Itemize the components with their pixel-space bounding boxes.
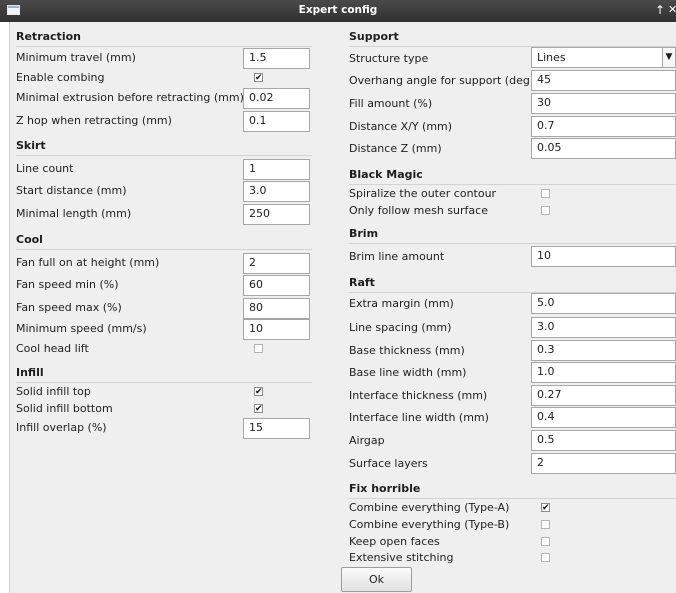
checkmark-icon: ✔ <box>255 387 263 397</box>
start-distance-input[interactable]: 3.0 <box>243 181 310 202</box>
ok-button[interactable]: Ok <box>341 567 412 592</box>
section-brim-title: Brim <box>349 227 676 244</box>
combine-type-a-label: Combine everything (Type-A) <box>349 501 510 514</box>
section-raft-title: Raft <box>349 276 676 293</box>
interface-line-width-label: Interface line width (mm) <box>349 411 489 424</box>
fill-amount-input[interactable]: 30 <box>531 93 676 114</box>
minimal-extrusion-label: Minimal extrusion before retracting (mm) <box>16 91 244 104</box>
structure-type-label: Structure type <box>349 52 429 65</box>
surface-layers-input[interactable]: 2 <box>531 453 676 474</box>
dropdown-arrow-icon[interactable]: ▼ <box>662 48 675 67</box>
mesh-surface-checkbox[interactable] <box>541 206 550 215</box>
section-support-title: Support <box>349 30 676 47</box>
z-hop-input[interactable]: 0.1 <box>243 111 310 132</box>
section-retraction-title: Retraction <box>16 30 312 47</box>
checkmark-icon: ✔ <box>542 503 550 513</box>
infill-overlap-label: Infill overlap (%) <box>16 421 107 434</box>
solid-infill-top-label: Solid infill top <box>16 385 91 398</box>
fan-speed-min-input[interactable]: 60 <box>243 275 310 296</box>
minimum-travel-input[interactable]: 1.5 <box>243 48 310 69</box>
enable-combing-checkbox[interactable]: ✔ <box>254 73 263 83</box>
base-thickness-label: Base thickness (mm) <box>349 344 465 357</box>
fan-speed-max-label: Fan speed max (%) <box>16 301 122 314</box>
keep-open-faces-label: Keep open faces <box>349 535 440 548</box>
section-infill-title: Infill <box>16 366 312 383</box>
infill-overlap-input[interactable]: 15 <box>243 418 310 439</box>
combine-type-b-label: Combine everything (Type-B) <box>349 518 510 531</box>
section-cool-title: Cool <box>16 233 312 250</box>
section-black-magic-title: Black Magic <box>349 168 676 185</box>
enable-combing-label: Enable combing <box>16 71 105 84</box>
fill-amount-label: Fill amount (%) <box>349 97 433 110</box>
spiralize-label: Spiralize the outer contour <box>349 187 497 200</box>
base-line-width-label: Base line width (mm) <box>349 366 467 379</box>
minimum-travel-label: Minimum travel (mm) <box>16 51 136 64</box>
checkmark-icon: ✔ <box>255 404 263 414</box>
combine-type-b-checkbox[interactable] <box>541 520 550 529</box>
distance-z-input[interactable]: 0.05 <box>531 138 676 159</box>
z-hop-label: Z hop when retracting (mm) <box>16 114 172 127</box>
cool-head-lift-checkbox[interactable] <box>254 344 263 353</box>
distance-z-label: Distance Z (mm) <box>349 142 442 155</box>
close-icon[interactable]: ✕ <box>668 3 676 16</box>
cool-head-lift-label: Cool head lift <box>16 342 89 355</box>
combine-type-a-checkbox[interactable]: ✔ <box>541 503 550 513</box>
surface-layers-label: Surface layers <box>349 457 428 470</box>
extra-margin-label: Extra margin (mm) <box>349 297 454 310</box>
overhang-angle-label: Overhang angle for support (deg) <box>349 74 535 87</box>
solid-infill-top-checkbox[interactable]: ✔ <box>254 387 263 397</box>
base-thickness-input[interactable]: 0.3 <box>531 340 676 361</box>
solid-infill-bottom-label: Solid infill bottom <box>16 402 113 415</box>
checkmark-icon: ✔ <box>255 73 263 83</box>
extensive-stitching-checkbox[interactable] <box>541 553 550 562</box>
line-count-label: Line count <box>16 162 74 175</box>
solid-infill-bottom-checkbox[interactable]: ✔ <box>254 404 263 414</box>
extra-margin-input[interactable]: 5.0 <box>531 293 676 314</box>
interface-line-width-input[interactable]: 0.4 <box>531 407 676 428</box>
brim-line-amount-label: Brim line amount <box>349 250 445 263</box>
extensive-stitching-label: Extensive stitching <box>349 551 454 564</box>
minimum-speed-input[interactable]: 10 <box>243 319 310 340</box>
spiralize-checkbox[interactable] <box>541 189 550 198</box>
structure-type-value: Lines <box>537 51 566 64</box>
interface-thickness-label: Interface thickness (mm) <box>349 389 488 402</box>
base-line-width-input[interactable]: 1.0 <box>531 362 676 383</box>
brim-line-amount-input[interactable]: 10 <box>531 246 676 267</box>
keep-open-faces-checkbox[interactable] <box>541 537 550 546</box>
interface-thickness-input[interactable]: 0.27 <box>531 385 676 406</box>
distance-xy-input[interactable]: 0.7 <box>531 116 676 137</box>
window-titlebar[interactable]: Expert config ↑ ✕ <box>0 0 676 22</box>
start-distance-label: Start distance (mm) <box>16 184 127 197</box>
distance-xy-label: Distance X/Y (mm) <box>349 120 453 133</box>
overhang-angle-input[interactable]: 45 <box>531 70 676 91</box>
section-skirt-title: Skirt <box>16 139 312 156</box>
line-spacing-input[interactable]: 3.0 <box>531 317 676 338</box>
mesh-surface-label: Only follow mesh surface <box>349 204 488 217</box>
minimal-length-input[interactable]: 250 <box>243 204 310 225</box>
section-fix-horrible-title: Fix horrible <box>349 482 676 499</box>
airgap-label: Airgap <box>349 434 385 447</box>
up-arrow-icon[interactable]: ↑ <box>655 3 665 17</box>
minimum-speed-label: Minimum speed (mm/s) <box>16 322 147 335</box>
fan-full-height-label: Fan full on at height (mm) <box>16 256 160 269</box>
structure-type-select[interactable]: Lines ▼ <box>531 47 676 68</box>
minimal-length-label: Minimal length (mm) <box>16 207 132 220</box>
fan-full-height-input[interactable]: 2 <box>243 253 310 274</box>
window-title: Expert config <box>298 4 378 16</box>
airgap-input[interactable]: 0.5 <box>531 430 676 451</box>
line-count-input[interactable]: 1 <box>243 159 310 180</box>
minimal-extrusion-input[interactable]: 0.02 <box>243 88 310 109</box>
fan-speed-min-label: Fan speed min (%) <box>16 278 119 291</box>
fan-speed-max-input[interactable]: 80 <box>243 298 310 319</box>
line-spacing-label: Line spacing (mm) <box>349 321 452 334</box>
